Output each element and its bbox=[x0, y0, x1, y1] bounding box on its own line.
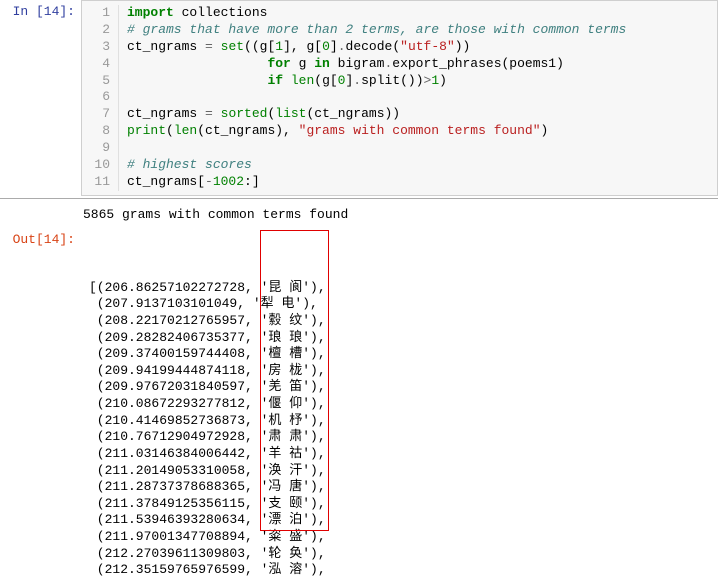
cell-divider bbox=[0, 198, 718, 199]
code-line[interactable]: 9 bbox=[82, 140, 717, 157]
line-number: 8 bbox=[82, 123, 119, 140]
code-editor[interactable]: 1import collections2# grams that have mo… bbox=[81, 0, 718, 196]
code-line[interactable]: 3ct_ngrams = set((g[1], g[0].decode("utf… bbox=[82, 39, 717, 56]
code-source[interactable]: ct_ngrams[-1002:] bbox=[119, 174, 260, 191]
line-number: 1 bbox=[82, 5, 119, 22]
line-number: 2 bbox=[82, 22, 119, 39]
code-source[interactable]: ct_ngrams = set((g[1], g[0].decode("utf-… bbox=[119, 39, 470, 56]
code-source[interactable] bbox=[119, 89, 127, 106]
code-source[interactable] bbox=[119, 140, 127, 157]
code-line[interactable]: 6 bbox=[82, 89, 717, 106]
code-line[interactable]: 1import collections bbox=[82, 5, 717, 22]
code-source[interactable]: print(len(ct_ngrams), "grams with common… bbox=[119, 123, 548, 140]
output-prompt: Out[14]: bbox=[0, 228, 81, 251]
code-source[interactable]: if len(g[0].split())>1) bbox=[119, 73, 447, 90]
result-text: [(206.86257102272728, '昆 阆'), (207.91371… bbox=[89, 280, 718, 579]
execute-result: [(206.86257102272728, '昆 阆'), (207.91371… bbox=[81, 228, 718, 581]
stdout-output: 5865 grams with common terms found bbox=[75, 201, 718, 228]
code-line[interactable]: 7ct_ngrams = sorted(list(ct_ngrams)) bbox=[82, 106, 717, 123]
code-line[interactable]: 8print(len(ct_ngrams), "grams with commo… bbox=[82, 123, 717, 140]
line-number: 11 bbox=[82, 174, 119, 191]
input-cell: In [14]: 1import collections2# grams tha… bbox=[0, 0, 718, 196]
line-number: 7 bbox=[82, 106, 119, 123]
code-line[interactable]: 11ct_ngrams[-1002:] bbox=[82, 174, 717, 191]
line-number: 6 bbox=[82, 89, 119, 106]
line-number: 5 bbox=[82, 73, 119, 90]
line-number: 9 bbox=[82, 140, 119, 157]
code-line[interactable]: 5 if len(g[0].split())>1) bbox=[82, 73, 717, 90]
line-number: 10 bbox=[82, 157, 119, 174]
code-line[interactable]: 10# highest scores bbox=[82, 157, 717, 174]
code-source[interactable]: ct_ngrams = sorted(list(ct_ngrams)) bbox=[119, 106, 400, 123]
output-cell: Out[14]: [(206.86257102272728, '昆 阆'), (… bbox=[0, 228, 718, 581]
code-line[interactable]: 4 for g in bigram.export_phrases(poems1) bbox=[82, 56, 717, 73]
code-source[interactable]: # grams that have more than 2 terms, are… bbox=[119, 22, 626, 39]
code-source[interactable]: # highest scores bbox=[119, 157, 252, 174]
input-prompt: In [14]: bbox=[0, 0, 81, 23]
code-source[interactable]: import collections bbox=[119, 5, 267, 22]
line-number: 3 bbox=[82, 39, 119, 56]
code-line[interactable]: 2# grams that have more than 2 terms, ar… bbox=[82, 22, 717, 39]
line-number: 4 bbox=[82, 56, 119, 73]
code-source[interactable]: for g in bigram.export_phrases(poems1) bbox=[119, 56, 564, 73]
